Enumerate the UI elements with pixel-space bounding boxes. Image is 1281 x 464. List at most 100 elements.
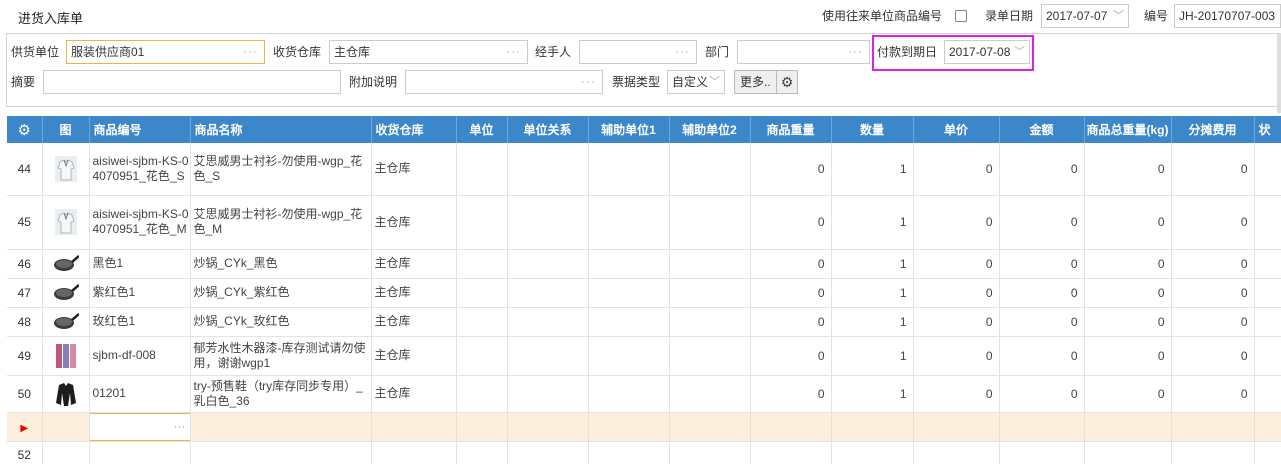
unit-cell[interactable] <box>456 375 508 413</box>
weight-cell[interactable]: 0 <box>750 375 832 413</box>
empty-cell[interactable] <box>913 412 1000 442</box>
col-header-weight[interactable]: 商品重量 <box>750 116 832 143</box>
table-row[interactable]: 44 aisiwei-sjbm-KS-04070951_花色_S 艾思威男士衬衫-勿… <box>7 143 1281 196</box>
product-name-cell[interactable]: 炒锅_CYk_黑色 <box>190 249 372 279</box>
more-dots-icon[interactable]: ··· <box>243 41 258 62</box>
empty-cell[interactable] <box>588 441 670 464</box>
total-weight-cell[interactable]: 0 <box>1084 249 1172 279</box>
col-header-name[interactable]: 商品名称 <box>190 116 372 143</box>
empty-cell[interactable] <box>371 441 457 464</box>
qty-cell[interactable]: 1 <box>831 307 914 337</box>
status-cell[interactable] <box>1254 336 1281 376</box>
amount-cell[interactable]: 0 <box>999 278 1085 308</box>
table-row[interactable]: 49 sjbm-df-008 郁芳水性木器漆-库存测试请勿使用，谢谢wgp1 主仓库 0… <box>7 336 1281 376</box>
aux-unit-2-cell[interactable] <box>669 249 751 279</box>
status-cell[interactable] <box>1254 278 1281 308</box>
unit-relation-cell[interactable] <box>507 336 589 376</box>
qty-cell[interactable]: 1 <box>831 143 914 196</box>
empty-cell[interactable] <box>1084 441 1172 464</box>
unit-cell[interactable] <box>456 195 508 250</box>
more-dots-icon[interactable]: ··· <box>174 419 186 433</box>
weight-cell[interactable]: 0 <box>750 278 832 308</box>
empty-cell[interactable] <box>42 441 90 464</box>
unit-relation-cell[interactable] <box>507 143 589 196</box>
product-image[interactable] <box>42 143 90 196</box>
bill-type-select[interactable]: 自定义 ﹀ <box>667 70 725 94</box>
empty-cell[interactable] <box>456 412 508 442</box>
aux-unit-1-cell[interactable] <box>588 278 670 308</box>
amount-cell[interactable]: 0 <box>999 375 1085 413</box>
more-dots-icon[interactable]: ··· <box>848 41 863 62</box>
col-header-unit-relation[interactable]: 单位关系 <box>507 116 589 143</box>
aux-unit-1-cell[interactable] <box>588 195 670 250</box>
empty-cell[interactable] <box>1171 441 1255 464</box>
product-code-cell[interactable]: aisiwei-sjbm-KS-04070951_花色_S <box>89 143 191 196</box>
fee-cell[interactable]: 0 <box>1171 278 1255 308</box>
col-header-aux-unit-2[interactable]: 辅助单位2 <box>669 116 751 143</box>
amount-cell[interactable]: 0 <box>999 143 1085 196</box>
weight-cell[interactable]: 0 <box>750 195 832 250</box>
empty-cell[interactable] <box>750 441 832 464</box>
aux-unit-2-cell[interactable] <box>669 278 751 308</box>
amount-cell[interactable]: 0 <box>999 307 1085 337</box>
aux-unit-2-cell[interactable] <box>669 195 751 250</box>
empty-cell[interactable] <box>669 441 751 464</box>
product-image[interactable] <box>42 375 90 413</box>
weight-cell[interactable]: 0 <box>750 143 832 196</box>
unit-cell[interactable] <box>456 336 508 376</box>
aux-unit-2-cell[interactable] <box>669 375 751 413</box>
due-date-select[interactable]: 2017-07-08 ﹀ <box>944 40 1030 64</box>
unit-cell[interactable] <box>456 278 508 308</box>
status-cell[interactable] <box>1254 143 1281 196</box>
warehouse-cell[interactable]: 主仓库 <box>371 249 457 279</box>
product-code-cell[interactable]: aisiwei-sjbm-KS-04070951_花色_M <box>89 195 191 250</box>
empty-cell[interactable] <box>507 412 589 442</box>
unit-relation-cell[interactable] <box>507 249 589 279</box>
empty-cell[interactable] <box>750 412 832 442</box>
empty-cell[interactable] <box>1254 412 1281 442</box>
aux-unit-1-cell[interactable] <box>588 307 670 337</box>
product-image[interactable] <box>42 412 90 442</box>
warehouse-cell[interactable]: 主仓库 <box>371 307 457 337</box>
product-name-cell[interactable]: 炒锅_CYk_紫红色 <box>190 278 372 308</box>
current-edit-row[interactable]: ▶ ··· <box>7 412 1281 442</box>
status-cell[interactable] <box>1254 307 1281 337</box>
warehouse-cell[interactable]: 主仓库 <box>371 278 457 308</box>
col-header-price[interactable]: 单价 <box>913 116 1000 143</box>
total-weight-cell[interactable]: 0 <box>1084 307 1172 337</box>
empty-cell[interactable] <box>831 412 914 442</box>
total-weight-cell[interactable]: 0 <box>1084 278 1172 308</box>
col-header-warehouse[interactable]: 收货仓库 <box>371 116 457 143</box>
empty-cell[interactable] <box>190 441 372 464</box>
unit-relation-cell[interactable] <box>507 195 589 250</box>
product-code-cell[interactable]: ··· <box>89 412 191 442</box>
status-cell[interactable] <box>1254 195 1281 250</box>
product-image[interactable] <box>42 249 90 279</box>
aux-unit-1-cell[interactable] <box>588 336 670 376</box>
col-header-qty[interactable]: 数量 <box>831 116 914 143</box>
aux-unit-1-cell[interactable] <box>588 375 670 413</box>
more-dots-icon[interactable]: ··· <box>675 41 690 62</box>
empty-cell[interactable] <box>507 441 589 464</box>
price-cell[interactable]: 0 <box>913 307 1000 337</box>
col-header-code[interactable]: 商品编号 <box>89 116 191 143</box>
aux-unit-2-cell[interactable] <box>669 307 751 337</box>
empty-cell[interactable] <box>1171 412 1255 442</box>
empty-cell[interactable] <box>190 412 372 442</box>
empty-cell[interactable] <box>831 441 914 464</box>
summary-field[interactable] <box>43 70 341 94</box>
table-row[interactable]: 45 aisiwei-sjbm-KS-04070951_花色_M 艾思威男士衬衫-勿… <box>7 195 1281 250</box>
unit-cell[interactable] <box>456 249 508 279</box>
use-partner-code-checkbox[interactable] <box>955 10 967 22</box>
aux-unit-2-cell[interactable] <box>669 336 751 376</box>
more-dots-icon[interactable]: ··· <box>506 41 521 62</box>
status-cell[interactable] <box>1254 249 1281 279</box>
product-name-cell[interactable]: try-预售鞋（try库存同步专用）_乳白色_36 <box>190 375 372 413</box>
aux-unit-1-cell[interactable] <box>588 143 670 196</box>
price-cell[interactable]: 0 <box>913 195 1000 250</box>
product-code-editor[interactable]: ··· <box>89 412 189 440</box>
col-header-total-weight[interactable]: 商品总重量(kg) <box>1084 116 1172 143</box>
qty-cell[interactable]: 1 <box>831 195 914 250</box>
col-header-image[interactable]: 图 <box>42 116 90 143</box>
unit-cell[interactable] <box>456 307 508 337</box>
